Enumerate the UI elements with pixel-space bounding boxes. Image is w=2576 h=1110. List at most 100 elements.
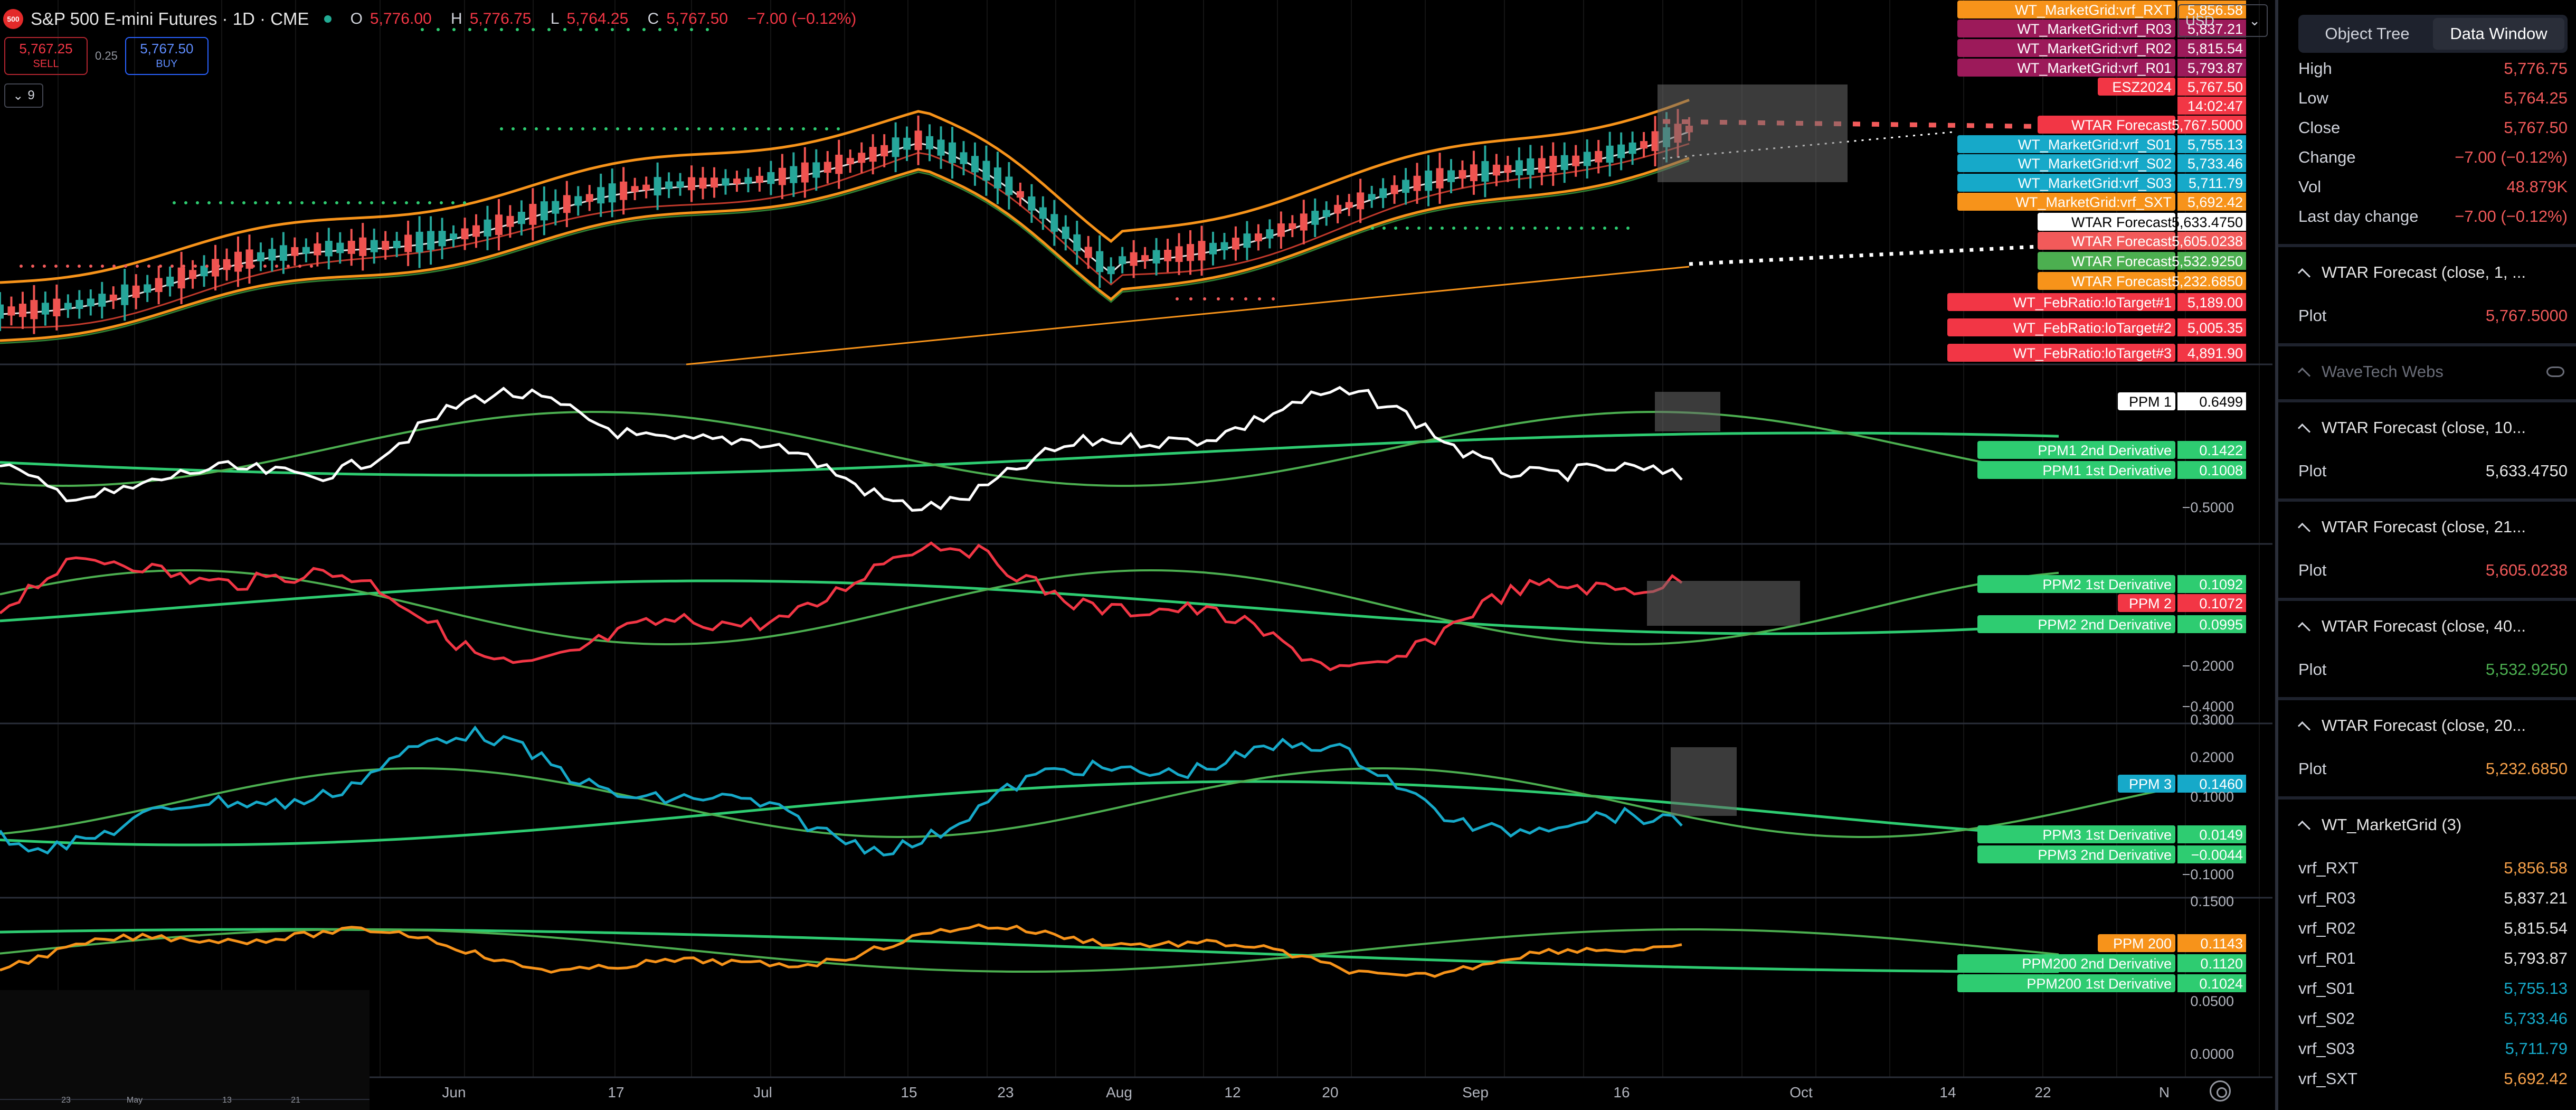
grid-value: 5,711.79 [2505,1039,2568,1058]
section-header[interactable]: WTAR Forecast (close, 40... [2297,617,2526,636]
tab-data-window[interactable]: Data Window [2433,18,2564,50]
candle-body [835,154,843,174]
signal-dot [275,265,278,268]
signal-dot [512,127,515,130]
price-tag-16-label: WT_FebRatio:loTarget#1 [2013,295,2172,311]
chevron-up-icon[interactable] [2297,820,2311,834]
price-tag-12-value: 5,633.4750 [2172,214,2243,230]
signal-dot [159,265,162,268]
signal-dot [405,201,408,204]
candle-body [144,284,151,293]
signal-dot [616,127,619,130]
grid-label: vrf_S02 [2298,1009,2355,1028]
section-header[interactable]: WT_MarketGrid (3) [2297,815,2461,834]
signal-dot [370,201,373,204]
panel-section-6: WTAR Forecast (close, 20... Plot 5,232.685… [2278,697,2576,796]
forecast-box [1658,84,1848,182]
price-chart-canvas[interactable]: WT_MarketGrid:vrf_RXT 5,856.58WT_MarketGr… [0,0,2272,1110]
indicators-toggle-button[interactable]: ⌄ 9 [4,83,43,108]
candle-body [1504,165,1512,173]
low-value: 5,764.25 [566,10,629,27]
signal-dot [837,127,840,130]
candle-body [132,285,140,298]
candle-body [1379,188,1387,198]
candle-body [846,158,854,165]
plot-value: 5,605.0238 [2485,561,2568,579]
candle-body [744,177,752,184]
signal-dot [662,127,666,130]
signal-dot [428,201,431,204]
time-axis-label: Oct [1789,1084,1813,1100]
candle-body [359,237,367,256]
candle-body [529,204,537,225]
section-title: WTAR Forecast (close, 40... [2322,617,2526,635]
plot-row: Plot 5,532.9250 [2298,660,2568,679]
sell-button[interactable]: 5,767.25 SELL [4,37,88,75]
signal-dot [651,127,654,130]
row-label: Low [2298,89,2328,107]
candle-body [506,215,514,227]
section-header[interactable]: WTAR Forecast (close, 21... [2297,518,2526,537]
ppm2-forecast-box [1647,581,1800,626]
plot-label: Plot [2298,462,2327,480]
section-header[interactable]: WTAR Forecast (close, 1, ... [2297,263,2526,282]
price-tag-15-value: 5,232.6850 [2172,274,2243,289]
candle-body [982,161,990,181]
candle-body [1300,213,1308,231]
candle-body [711,177,718,188]
chart-area[interactable]: WT_MarketGrid:vrf_RXT 5,856.58 WT_MarketGr… [0,0,2272,1110]
candle-body [268,249,276,261]
axis-tick-label: −0.1000 [2182,867,2234,882]
buy-button[interactable]: 5,767.50 BUY [125,37,209,75]
chevron-up-icon[interactable] [2297,721,2311,735]
signal-dot [266,201,269,204]
trade-buttons: 5,767.25 SELL 0.25 5,767.50 BUY [4,37,209,75]
candle-body [189,270,197,279]
candle-body [98,294,106,307]
candle-body [87,298,94,307]
chevron-up-icon[interactable] [2297,423,2311,437]
candle-body [291,247,299,256]
panel-section-5: WTAR Forecast (close, 40... Plot 5,532.925… [2278,598,2576,697]
signal-dot [240,265,243,268]
candle-body [1107,266,1115,275]
signal-dot [451,201,454,204]
candle-body [858,153,866,163]
mini-navigator [0,990,370,1110]
candle-body [1527,158,1535,175]
candle-body [540,201,548,221]
section-header[interactable]: WTAR Forecast (close, 10... [2297,418,2526,437]
candle-body [1175,246,1183,262]
chevron-up-icon[interactable] [2297,622,2311,635]
signal-dot [1464,227,1467,230]
candle-body [302,247,310,254]
axis-tick-label: 0.0000 [2190,1046,2234,1062]
candle-body [1266,229,1274,239]
signal-dot [89,265,92,268]
time-axis-label: 17 [608,1084,624,1100]
section-title: WaveTech Webs [2322,362,2444,381]
candle-body [823,162,831,173]
section-header[interactable]: WTAR Forecast (close, 20... [2297,716,2526,735]
chart-settings-gear-icon[interactable] [2210,1080,2231,1102]
candle-body [314,243,321,256]
section-header[interactable]: WaveTech Webs [2297,362,2444,381]
chevron-up-icon[interactable] [2297,367,2311,381]
eye-hidden-icon[interactable] [2546,366,2564,377]
symbol-title[interactable]: S&P 500 E-mini Futures · 1D · CME [31,9,309,29]
chevron-up-icon[interactable] [2297,268,2311,281]
panel-section-2: WaveTech Webs [2278,343,2576,399]
candle-body [688,177,696,191]
signal-dot [767,127,770,130]
candle-body [404,234,412,252]
signal-dot [184,201,187,204]
currency-select[interactable]: USD ⌄ [2178,4,2268,37]
grid-row: vrf_R02 5,815.54 [2298,919,2568,938]
chevron-up-icon[interactable] [2297,522,2311,536]
tab-object-tree[interactable]: Object Tree [2302,18,2433,50]
signal-dot [298,265,301,268]
price-tag-5-label: ESZ2024 [2112,79,2172,95]
signal-dot [310,265,313,268]
candle-body [1198,241,1206,261]
signal-dot [802,127,805,130]
